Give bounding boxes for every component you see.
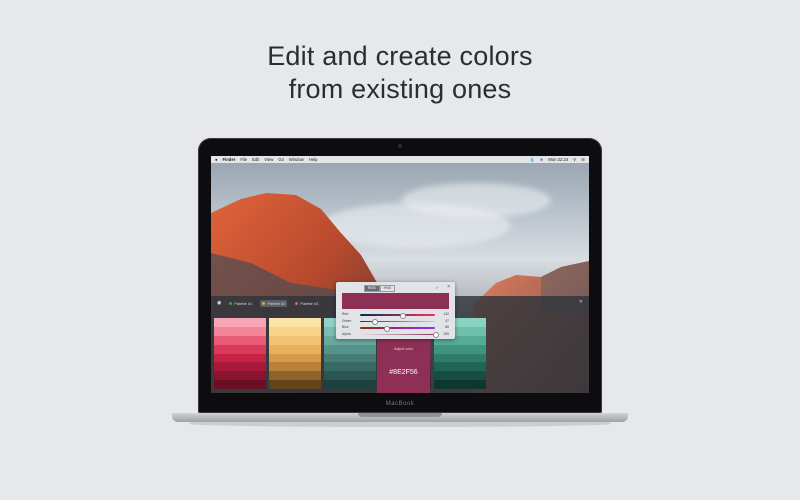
swatch-shade[interactable] <box>269 335 321 345</box>
swatch-shade[interactable] <box>434 371 486 381</box>
mode-rgb-button[interactable]: RGB <box>364 285 380 292</box>
swatch-shade[interactable] <box>269 353 321 363</box>
mode-hsb-button[interactable]: HSB <box>379 285 395 292</box>
palette-2-dot-icon <box>262 301 266 305</box>
swatch-shade[interactable] <box>324 353 376 363</box>
menu-clock[interactable]: Mon 22:24 <box>548 157 568 162</box>
swatch-shade[interactable] <box>214 362 266 372</box>
swatch-shade[interactable] <box>269 380 321 389</box>
tab-palette-3[interactable]: Palette #3 <box>293 300 320 307</box>
tab-palette-1[interactable]: Palette #1 <box>227 300 254 307</box>
adjust-color-card[interactable]: Adjust color #8E2F56 <box>377 339 430 393</box>
menu-item-go[interactable]: Go <box>278 157 284 162</box>
slider-track[interactable] <box>360 332 439 338</box>
swatch-shade[interactable] <box>214 318 266 327</box>
swatch-shade[interactable] <box>434 380 486 389</box>
slider-row-alpha: Alpha 255 <box>342 331 449 338</box>
swatch-shade[interactable] <box>214 380 266 389</box>
slider-track[interactable] <box>360 312 435 319</box>
camera-icon <box>398 144 402 148</box>
slider-knob[interactable] <box>433 332 439 338</box>
palette-tabs: ◉ Palette #1 Palette #2 Palette #3 <box>217 299 326 307</box>
slider-value: 86 <box>445 325 449 329</box>
swatch-shade[interactable] <box>434 353 486 363</box>
swatch-shade[interactable] <box>214 335 266 345</box>
search-icon[interactable]: ⚲ <box>573 157 576 162</box>
headline-line-1: Edit and create colors <box>267 41 533 71</box>
wifi-icon[interactable]: ≋ <box>540 157 544 162</box>
swatch-shade[interactable] <box>214 371 266 381</box>
menu-bar: ● Finder File Edit View Go Window Help 💧… <box>211 156 589 163</box>
menu-item-file[interactable]: File <box>240 157 247 162</box>
swatch-shade[interactable] <box>214 353 266 363</box>
slider-label: Alpha <box>342 331 351 336</box>
slider-row-blue: Blue 86 <box>342 325 449 332</box>
eye-icon[interactable]: ◉ <box>217 300 221 306</box>
mode-segmented-control: RGB HSB <box>364 285 395 292</box>
tab-label: Palette #2 <box>267 300 286 306</box>
swatch-shade[interactable] <box>269 362 321 372</box>
slider-value: 255 <box>443 331 449 336</box>
palette-1-dot-icon <box>229 301 233 305</box>
headline-line-2: from existing ones <box>288 74 512 104</box>
popover-close-icon[interactable]: × <box>447 284 450 290</box>
menu-item-edit[interactable]: Edit <box>252 157 259 162</box>
swatch-shade[interactable] <box>324 371 376 381</box>
apple-icon[interactable]: ● <box>215 157 218 162</box>
swatch-shade[interactable] <box>269 344 321 354</box>
slider-row-green: Green 47 <box>342 318 449 325</box>
menu-item-help[interactable]: Help <box>309 157 318 162</box>
swatch-shade[interactable] <box>214 344 266 354</box>
menu-item-window[interactable]: Window <box>289 157 304 162</box>
slider-label: Blue <box>342 325 349 329</box>
slider-value: 47 <box>445 318 449 323</box>
slider-label: Red <box>342 312 349 316</box>
laptop-screen: ● Finder File Edit View Go Window Help 💧… <box>211 156 589 393</box>
color-preview <box>342 293 449 309</box>
menu-icon[interactable]: ☰ <box>581 157 585 162</box>
swatch-shade[interactable] <box>269 371 321 381</box>
menu-item-view[interactable]: View <box>264 157 273 162</box>
swatch-shade[interactable] <box>269 318 321 327</box>
color-swatch-1[interactable] <box>214 318 266 389</box>
swatch-shade[interactable] <box>269 326 321 336</box>
tab-label: Palette #1 <box>234 300 253 306</box>
tab-palette-2[interactable]: Palette #2 <box>260 299 288 307</box>
swatch-shade[interactable] <box>324 362 376 372</box>
slider-value: 142 <box>443 312 449 316</box>
palette-3-dot-icon <box>295 301 299 305</box>
close-icon[interactable]: ✕ <box>579 299 583 305</box>
slider-label: Green <box>342 318 352 323</box>
swatch-shade[interactable] <box>434 362 486 372</box>
eyedropper-icon[interactable]: ✓ <box>436 285 439 290</box>
tab-label: Palette #3 <box>300 300 319 306</box>
swatch-shade[interactable] <box>324 380 376 389</box>
laptop-notch <box>358 413 442 417</box>
color-swatch-2[interactable] <box>269 318 321 389</box>
droplet-icon[interactable]: 💧 <box>530 157 535 163</box>
slider-track[interactable] <box>360 325 435 332</box>
slider-row-red: Red 142 <box>342 312 449 319</box>
swatch-shade[interactable] <box>214 326 266 336</box>
swatch-shade[interactable] <box>434 344 486 354</box>
color-editor-popover: RGB HSB ✓ × Red 142 Green 47 Blue 86 Alpha 255 <box>336 282 455 339</box>
laptop-brand-label: MacBook <box>385 401 415 407</box>
hex-value: #8E2F56 <box>389 369 418 376</box>
swatch-shade[interactable] <box>324 344 376 354</box>
slider-track[interactable] <box>360 319 435 325</box>
menu-item-finder[interactable]: Finder <box>223 157 236 162</box>
adjust-color-label: Adjust color <box>394 347 413 351</box>
